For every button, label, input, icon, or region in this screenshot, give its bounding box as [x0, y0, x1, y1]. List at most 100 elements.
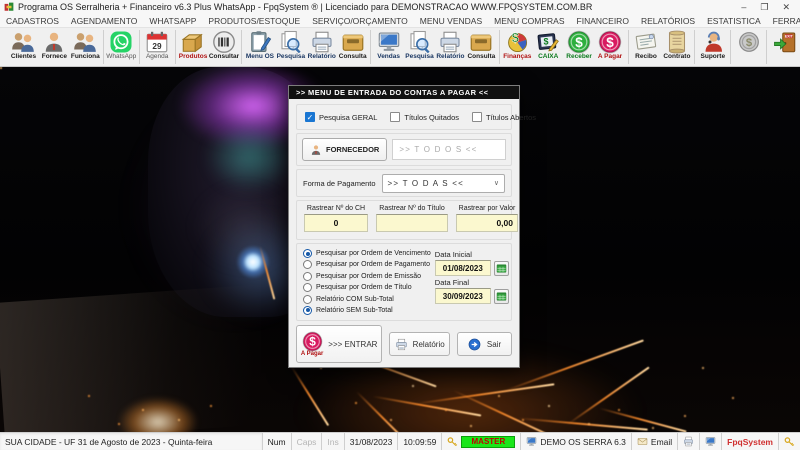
data-inicial-calendar-button[interactable]: [494, 261, 509, 276]
toolbar-button-pesquisa-os[interactable]: Pesquisa: [275, 28, 306, 66]
data-final-input[interactable]: 30/09/2023: [435, 288, 491, 304]
search-doc-icon: [279, 30, 303, 54]
checkbox-pesquisa-geral[interactable]: ✓ Pesquisa GERAL: [305, 112, 377, 122]
person-icon: [310, 144, 322, 156]
toolbar-button-consulta-vendas[interactable]: Consulta: [466, 28, 497, 66]
fornecedor-input[interactable]: >> T O D O S <<: [392, 139, 506, 160]
status-email[interactable]: Email: [632, 433, 678, 450]
radio-ordem-vencimento[interactable]: Pesquisar por Ordem de Vencimento: [303, 249, 431, 258]
a-pagar-icon-wrap: A Pagar: [301, 331, 323, 357]
fornecedor-button[interactable]: FORNECEDOR: [302, 138, 387, 161]
status-time: 10:09:59: [398, 433, 442, 450]
search-doc-icon: [408, 30, 432, 54]
radio-relatorio-sem-subtotal[interactable]: Relatório SEM Sub-Total: [303, 306, 431, 315]
checkbox-icon: ✓: [305, 112, 315, 122]
rastrear-valor-input[interactable]: 0,00: [456, 214, 518, 232]
receipt-icon: [634, 30, 658, 54]
status-printer[interactable]: [678, 433, 700, 450]
toolbar-button-pesquisa-vendas[interactable]: Pesquisa: [404, 28, 435, 66]
relatorio-button[interactable]: Relatório: [389, 332, 450, 356]
toolbar-button-produtos[interactable]: Produtos: [178, 28, 209, 66]
sair-button[interactable]: Sair: [457, 332, 512, 356]
toolbar-button-clientes[interactable]: Clientes: [8, 28, 39, 66]
toolbar-button-suporte[interactable]: Suporte: [697, 28, 728, 66]
toolbar-button-funcionario[interactable]: Funciona: [70, 28, 101, 66]
maximize-button[interactable]: ❐: [760, 0, 768, 14]
monitor-icon: [705, 436, 716, 447]
toolbar-button-vendas[interactable]: Vendas: [373, 28, 404, 66]
status-brand: FpqSystem: [722, 433, 779, 450]
rastrear-titulo-input[interactable]: [376, 214, 448, 232]
spark-line: [416, 383, 555, 404]
spark-dots: [0, 67, 2, 69]
toolbar-button-caixa[interactable]: CAIXA: [533, 28, 564, 66]
toolbar-button-relatorio-vendas[interactable]: Relatório: [435, 28, 466, 66]
menu-compras[interactable]: MENU COMPRAS: [488, 16, 570, 26]
toolbar-button-fornecedor[interactable]: Fornece: [39, 28, 70, 66]
checkbox-titulos-abertos[interactable]: Títulos Abertos: [472, 112, 536, 122]
checkbox-titulos-quitados[interactable]: Títulos Quitados: [390, 112, 459, 122]
data-final-label: Data Final: [435, 278, 509, 287]
rastrear-ch-input[interactable]: 0: [304, 214, 368, 232]
forma-pagamento-group: Forma de Pagamento >> T O D A S << ∨: [296, 169, 512, 197]
contas-a-pagar-dialog: >> MENU DE ENTRADA DO CONTAS A PAGAR << …: [288, 85, 520, 368]
menu-ferramentas[interactable]: FERRAMENTAS: [767, 16, 800, 26]
radio-ordem-emissao[interactable]: Pesquisar por Ordem de Emissão: [303, 272, 431, 281]
radio-relatorio-com-subtotal[interactable]: Relatório COM Sub-Total: [303, 295, 431, 304]
status-num: Num: [263, 433, 292, 450]
menu-agendamento[interactable]: AGENDAMENTO: [65, 16, 143, 26]
whatsapp-icon: [109, 30, 133, 54]
toolbar-button-moeda[interactable]: [733, 28, 764, 66]
menu-relatorios[interactable]: RELATÓRIOS: [635, 16, 701, 26]
close-button[interactable]: ✕: [782, 0, 790, 14]
menu-vendas[interactable]: MENU VENDAS: [414, 16, 488, 26]
title-bar: Programa OS Serralheria + Financeiro v6.…: [0, 0, 800, 14]
forma-pagamento-select[interactable]: >> T O D A S << ∨: [382, 174, 505, 193]
menu-financeiro[interactable]: FINANCEIRO: [571, 16, 635, 26]
rastrear-valor: Rastrear por Valor 0,00: [456, 205, 518, 239]
data-inicial-input[interactable]: 01/08/2023: [435, 260, 491, 276]
ordenacao-group: Pesquisar por Ordem de Vencimento Pesqui…: [296, 243, 512, 321]
minimize-button[interactable]: –: [741, 0, 746, 14]
key-icon: [447, 436, 458, 447]
status-key: [779, 433, 800, 450]
barcode-icon: [212, 30, 236, 54]
toolbar-button-contrato[interactable]: Contrato: [661, 28, 692, 66]
toolbar-button-agenda[interactable]: Agenda: [142, 28, 173, 66]
menu-servico-orcamento[interactable]: SERVIÇO/ORÇAMENTO: [306, 16, 414, 26]
data-final-calendar-button[interactable]: [494, 289, 509, 304]
clients-icon: [11, 30, 35, 54]
menu-estatistica[interactable]: ESTATISTICA: [701, 16, 767, 26]
rastrear-titulo: Rastrear Nº do Título: [376, 205, 448, 239]
toolbar-button-recibo[interactable]: Recibo: [631, 28, 662, 66]
menu-whatsapp[interactable]: WHATSAPP: [143, 16, 202, 26]
entrar-button[interactable]: A Pagar >>> ENTRAR: [296, 325, 382, 363]
toolbar-button-sair-app[interactable]: [769, 28, 800, 66]
toolbar-button-financas[interactable]: Finanças: [502, 28, 533, 66]
email-icon: [637, 436, 648, 447]
toolbar-button-relatorio-os[interactable]: Relatório: [306, 28, 337, 66]
toolbar-button-menu-os[interactable]: Menu OS: [244, 28, 275, 66]
toolbar-separator: [175, 30, 176, 64]
status-date: 31/08/2023: [345, 433, 399, 450]
toolbar-separator: [103, 30, 104, 64]
toolbar-button-whatsapp[interactable]: WhatsApp: [106, 28, 137, 66]
toolbar-button-consulta-os[interactable]: Consulta: [337, 28, 368, 66]
contract-icon: [665, 30, 689, 54]
menu-cadastros[interactable]: CADASTROS: [0, 16, 65, 26]
menu-produtos-estoque[interactable]: PRODUTOS/ESTOQUE: [202, 16, 306, 26]
status-monitor[interactable]: [700, 433, 722, 450]
dialog-title: >> MENU DE ENTRADA DO CONTAS A PAGAR <<: [289, 86, 519, 99]
status-location: SUA CIDADE - UF 31 de Agosto de 2023 - Q…: [0, 433, 263, 450]
toolbar-separator: [766, 30, 767, 64]
status-system: DEMO OS SERRA 6.3: [521, 433, 632, 450]
radio-icon: [303, 295, 312, 304]
toolbar-button-receber[interactable]: Receber: [564, 28, 595, 66]
toolbar-button-a-pagar[interactable]: A Pagar: [595, 28, 626, 66]
radio-ordem-titulo[interactable]: Pesquisar por Ordem de Título: [303, 283, 431, 292]
exit-door-icon: [773, 30, 797, 54]
weld-smoke: [195, 187, 295, 267]
toolbar-button-consultar[interactable]: Consultar: [209, 28, 240, 66]
radio-ordem-pagamento[interactable]: Pesquisar por Ordem de Pagamento: [303, 260, 431, 269]
filter-group: ✓ Pesquisa GERAL Títulos Quitados Título…: [296, 104, 512, 130]
